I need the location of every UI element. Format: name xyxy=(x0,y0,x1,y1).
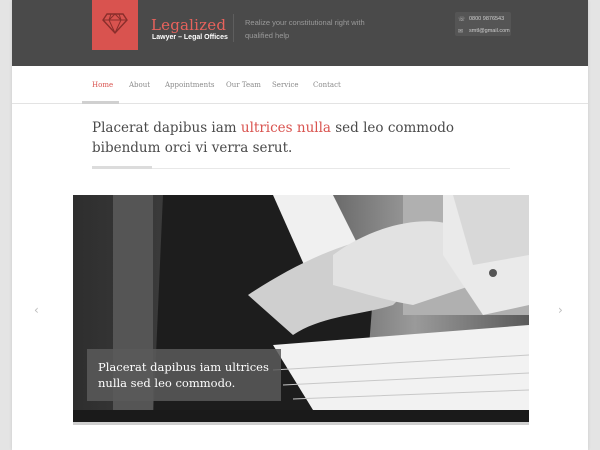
slide-caption-text: Placerat dapibus iam ultrices nulla sed … xyxy=(98,360,269,390)
divider-accent xyxy=(92,166,152,169)
intro-highlight: ultrices nulla xyxy=(240,120,331,136)
brand-subtitle: Lawyer – Legal Offices xyxy=(152,34,228,41)
diamond-icon xyxy=(102,11,128,39)
phone-number: 0800 9876543 xyxy=(469,16,505,22)
slider-progress-bar xyxy=(73,422,529,425)
hero-slider[interactable]: Placerat dapibus iam ultrices nulla sed … xyxy=(73,195,529,424)
header-divider xyxy=(233,14,234,42)
contact-info: ☏ 0800 9876543 ✉ smtl@gmail.com xyxy=(455,12,511,36)
nav-item-appointments[interactable]: Appointments xyxy=(165,81,215,89)
chevron-left-icon[interactable]: ‹ xyxy=(34,303,39,317)
intro-headline: Placerat dapibus iam ultrices nulla sed … xyxy=(92,118,522,158)
email-row[interactable]: ✉ smtl@gmail.com xyxy=(455,26,511,36)
phone-icon: ☏ xyxy=(458,16,466,23)
active-nav-indicator xyxy=(82,101,119,104)
nav-item-about[interactable]: About xyxy=(129,81,150,89)
phone-row: ☏ 0800 9876543 xyxy=(455,14,511,24)
nav-item-home[interactable]: Home xyxy=(92,81,113,89)
email-address[interactable]: smtl@gmail.com xyxy=(469,28,510,34)
chevron-right-icon[interactable]: › xyxy=(558,303,563,317)
tagline: Realize your constitutional right with q… xyxy=(245,18,365,40)
nav-item-our-team[interactable]: Our Team xyxy=(226,81,261,89)
nav-item-service[interactable]: Service xyxy=(272,81,299,89)
logo[interactable] xyxy=(92,0,138,50)
main-nav: Home About Appointments Our Team Service… xyxy=(12,66,588,104)
slide-caption: Placerat dapibus iam ultrices nulla sed … xyxy=(87,349,281,401)
envelope-icon: ✉ xyxy=(458,28,464,35)
intro-text-before: Placerat dapibus iam xyxy=(92,120,241,136)
brand-name[interactable]: Legalized xyxy=(151,16,226,34)
section-divider xyxy=(92,168,510,169)
page-container: Legalized Lawyer – Legal Offices Realize… xyxy=(12,0,588,450)
header-bar: Legalized Lawyer – Legal Offices Realize… xyxy=(12,0,588,66)
nav-item-contact[interactable]: Contact xyxy=(313,81,341,89)
